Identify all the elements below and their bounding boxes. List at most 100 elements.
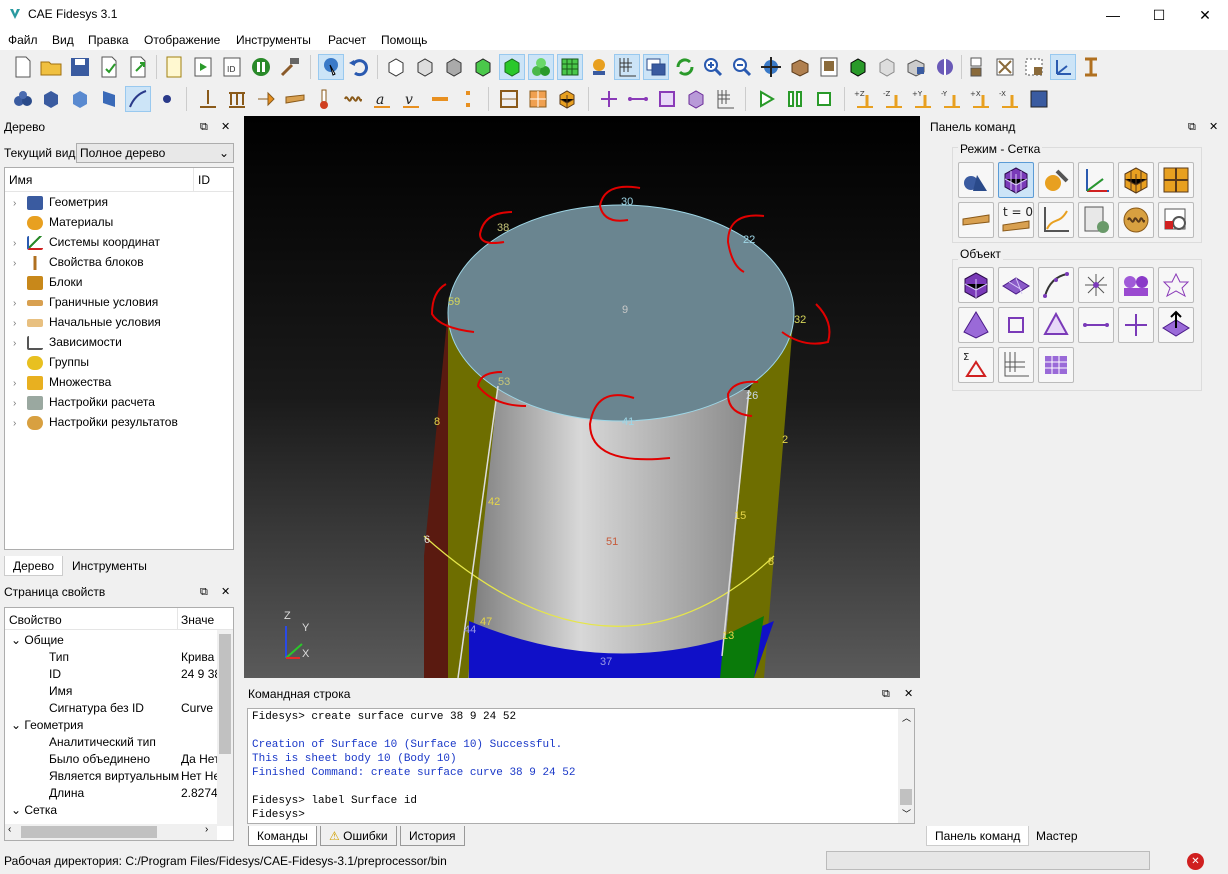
tree-item-sets[interactable]: › Множества (13, 372, 111, 392)
menu-help[interactable]: Помощь (381, 33, 427, 47)
select-mode-icon[interactable] (318, 54, 344, 80)
mesh-table-icon[interactable] (1038, 347, 1074, 383)
expand-icon[interactable]: › (13, 194, 27, 214)
prop-group[interactable]: ⌄ Сетка (11, 802, 57, 819)
bar-element-icon[interactable] (1078, 307, 1114, 343)
collapse-icon[interactable]: ⌄ (11, 633, 24, 647)
properties-table[interactable]: Свойство Значе ⌄ Общие Тип Крива ID 24 9 38 И… (4, 607, 234, 841)
tab-tree[interactable]: Дерево (4, 556, 64, 576)
edge-element-icon[interactable] (625, 86, 651, 112)
id-icon[interactable]: ID (219, 54, 245, 80)
menu-file[interactable]: Файл (8, 33, 38, 47)
view-minus-x-icon[interactable]: -X (997, 86, 1023, 112)
rotate-view-icon[interactable] (758, 54, 784, 80)
props-scrollbar-v[interactable] (217, 630, 233, 826)
contact-icon[interactable] (455, 86, 481, 112)
run-script-icon[interactable] (190, 54, 216, 80)
material-mode-icon[interactable] (1038, 162, 1074, 198)
scroll-up-icon[interactable]: ︿ (902, 711, 911, 724)
fix-bc-icon[interactable] (195, 86, 221, 112)
zoom-in-icon[interactable] (700, 54, 726, 80)
tab-command-panel[interactable]: Панель команд (926, 826, 1030, 846)
journal-icon[interactable] (161, 54, 187, 80)
run-calculation-icon[interactable] (753, 86, 779, 112)
float-panel-icon[interactable]: ⧉ (1188, 117, 1196, 137)
expand-icon[interactable]: › (13, 234, 27, 254)
multi-view-icon[interactable] (1021, 54, 1047, 80)
maximize-button[interactable]: ☐ (1136, 0, 1182, 30)
coordinate-system-icon[interactable] (1078, 162, 1114, 198)
spring-icon[interactable] (340, 86, 366, 112)
prop-group[interactable]: ⌄ Геометрия (11, 717, 83, 734)
tree-item-dependencies[interactable]: › Зависимости (13, 332, 122, 352)
mesh-grid-icon[interactable] (998, 347, 1034, 383)
hidden-line-view-icon[interactable] (412, 54, 438, 80)
tab-tools[interactable]: Инструменты (64, 556, 155, 576)
current-view-select[interactable]: Полное дерево ⌄ (76, 143, 234, 163)
beam-icon[interactable] (1078, 54, 1104, 80)
quad-element-icon[interactable] (998, 307, 1034, 343)
scroll-down-icon[interactable]: ﹀ (902, 807, 911, 820)
undo-icon[interactable] (346, 54, 372, 80)
tetra-element-icon[interactable] (958, 307, 994, 343)
initial-conditions-icon[interactable]: t = 0 (998, 202, 1034, 238)
axes-icon[interactable] (1050, 54, 1076, 80)
fit-view-icon[interactable] (1026, 86, 1052, 112)
mesh-vertex-icon[interactable] (1078, 267, 1114, 303)
node-icon[interactable] (596, 86, 622, 112)
menu-edit[interactable]: Правка (88, 33, 129, 47)
face-element-icon[interactable] (654, 86, 680, 112)
green-volume-icon[interactable] (845, 54, 871, 80)
open-folder-icon[interactable] (38, 54, 64, 80)
mesh-volume-icon[interactable] (958, 267, 994, 303)
tile-vertical-icon[interactable] (963, 54, 989, 80)
surface-geometry-icon[interactable] (67, 86, 93, 112)
float-panel-icon[interactable]: ⧉ (200, 582, 208, 602)
console-scrollbar[interactable]: ︿ ﹀ (898, 709, 914, 823)
collapse-icon[interactable]: ⌄ (11, 718, 24, 732)
volume-element-icon[interactable] (683, 86, 709, 112)
tree-item-coordinate-systems[interactable]: › Системы координат (13, 232, 160, 252)
select-body-icon[interactable] (528, 54, 554, 80)
menu-display[interactable]: Отображение (144, 33, 220, 47)
dependency-icon[interactable] (1038, 202, 1074, 238)
hide-icon[interactable] (903, 54, 929, 80)
pause-calculation-icon[interactable] (782, 86, 808, 112)
curve-geometry-icon[interactable] (125, 86, 151, 112)
image-save-icon[interactable] (816, 54, 842, 80)
pressure-bc-icon[interactable] (282, 86, 308, 112)
zoom-out-icon[interactable] (729, 54, 755, 80)
console-output[interactable]: Fidesys> create surface curve 38 9 24 52… (247, 708, 915, 824)
view-plus-x-icon[interactable]: +X (968, 86, 994, 112)
volume-geometry-icon[interactable] (38, 86, 64, 112)
tree-item-initial-conditions[interactable]: › Начальные условия (13, 312, 161, 332)
save-icon[interactable] (67, 54, 93, 80)
tree-item-result-settings[interactable]: › Настройки результатов (13, 412, 178, 432)
element-icon[interactable] (1158, 162, 1194, 198)
refresh-icon[interactable] (672, 54, 698, 80)
view-minus-z-icon[interactable]: -Z (881, 86, 907, 112)
tree-item-groups[interactable]: Группы (13, 352, 89, 372)
collapse-icon[interactable]: ⌄ (11, 803, 24, 817)
close-view-icon[interactable] (992, 54, 1018, 80)
force-bc-icon[interactable] (253, 86, 279, 112)
quality-icon[interactable]: Σ (958, 347, 994, 383)
transparent-view-icon[interactable] (874, 54, 900, 80)
export-icon[interactable] (125, 54, 151, 80)
group-select-icon[interactable] (586, 54, 612, 80)
expand-icon[interactable]: › (13, 294, 27, 314)
tri-element-icon[interactable] (1038, 307, 1074, 343)
view-minus-y-icon[interactable]: -Y (939, 86, 965, 112)
boundary-conditions-icon[interactable] (958, 202, 994, 238)
prop-row[interactable]: ID (49, 666, 61, 683)
blocks-icon[interactable] (1118, 162, 1154, 198)
velocity-icon[interactable]: v (398, 86, 424, 112)
scroll-left-icon[interactable]: ‹ (8, 824, 11, 835)
menu-view[interactable]: Вид (52, 33, 74, 47)
tree-item-blocks[interactable]: Блоки (13, 272, 83, 292)
prop-row[interactable]: Имя (49, 683, 72, 700)
mesh-grid-icon[interactable] (525, 86, 551, 112)
prop-row[interactable]: Тип (49, 649, 69, 666)
shaded-view-icon[interactable] (441, 54, 467, 80)
close-panel-icon[interactable]: ✕ (221, 582, 230, 602)
